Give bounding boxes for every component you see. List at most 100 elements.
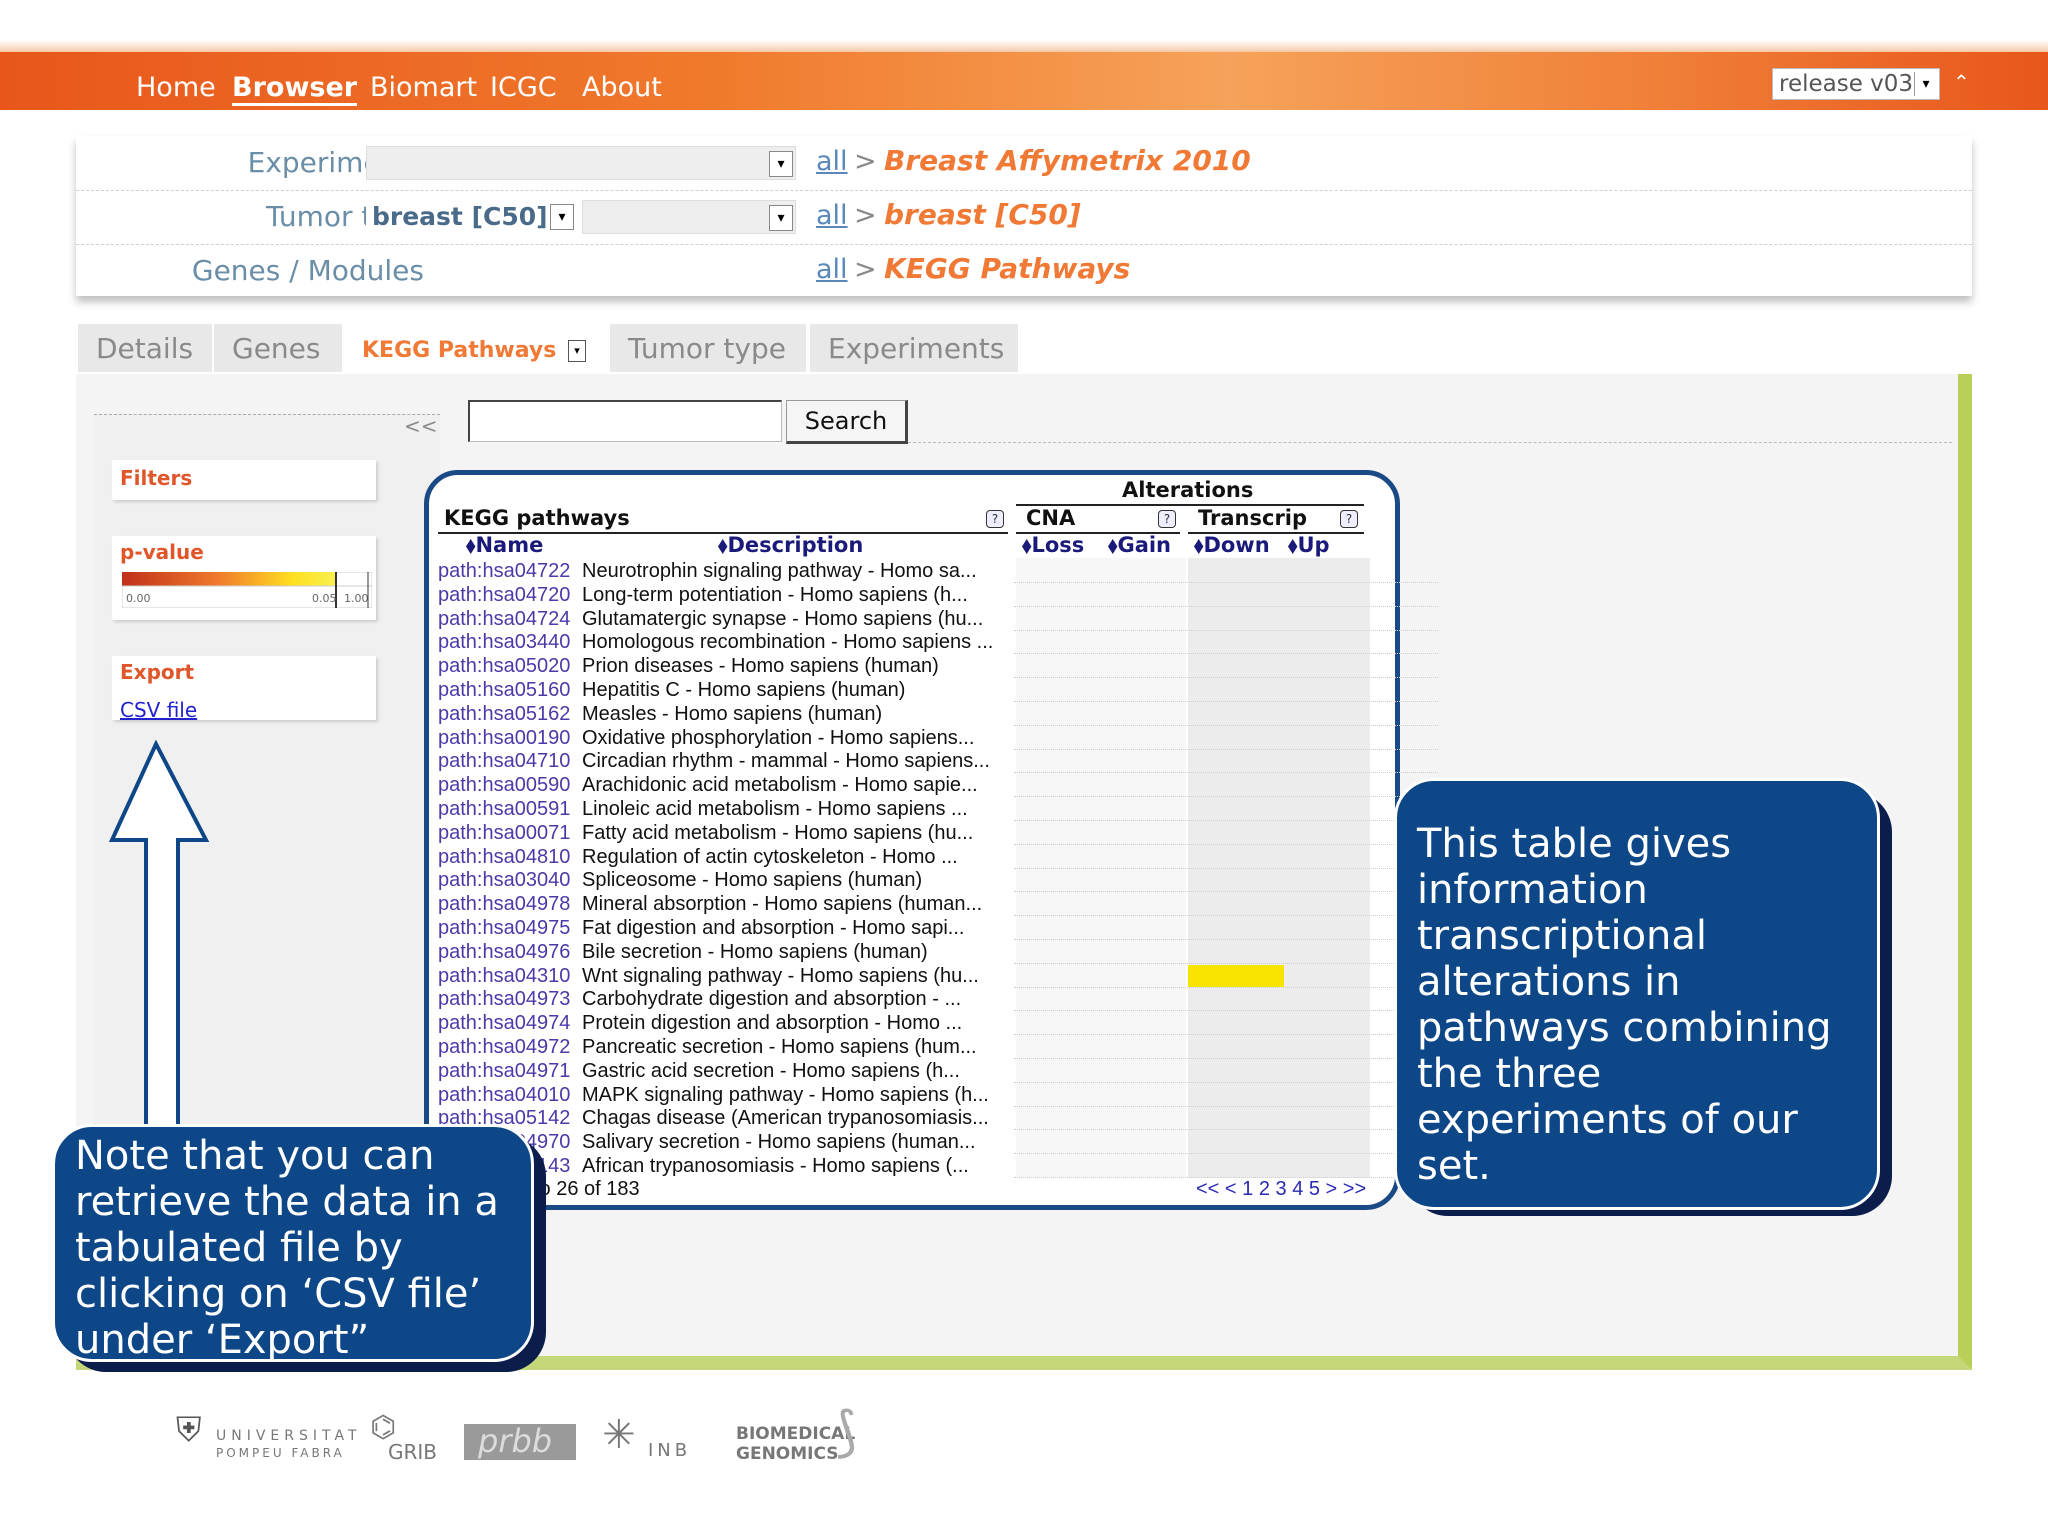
pathway-id-link[interactable]: path:hsa05162 — [438, 703, 570, 726]
tumor-type-value: breast [C50] — [372, 202, 548, 231]
table-row[interactable]: path:hsa05143African trypanosomiasis - H… — [438, 1155, 1438, 1179]
sort-down[interactable]: ⬧Down — [1194, 533, 1270, 558]
cna-header: CNA — [1026, 506, 1076, 530]
genes-all-link[interactable]: all — [816, 254, 848, 285]
export-box: Export CSV file — [112, 656, 376, 722]
table-row[interactable]: path:hsa05020 Prion diseases - Homo sapie… — [438, 655, 1438, 679]
pathway-id-link[interactable]: path:hsa04722 — [438, 560, 570, 583]
nav-about[interactable]: About — [582, 72, 662, 103]
pathway-id-link[interactable]: path:hsa00590 — [438, 774, 570, 797]
table-row[interactable]: path:hsa04810 Regulation of actin cytoske… — [438, 846, 1438, 870]
genes-modules-selection: KEGG Pathways — [884, 252, 1131, 285]
release-select[interactable]: release v03 ▾ — [1772, 68, 1940, 100]
experiments-select[interactable]: ▾ — [366, 146, 796, 180]
pathway-id-link[interactable]: path:hsa04976 — [438, 941, 570, 964]
pathway-id-link[interactable]: path:hsa03440 — [438, 631, 570, 654]
pathway-description: Spliceosome - Homo sapiens (human) — [582, 869, 923, 892]
tab-details[interactable]: Details — [78, 324, 212, 372]
help-icon[interactable]: ? — [986, 510, 1004, 528]
pathway-description: Measles - Homo sapiens (human) — [582, 702, 883, 725]
collapse-sidebar-link[interactable]: << — [404, 414, 438, 438]
pathway-id-link[interactable]: path:hsa04710 — [438, 750, 570, 773]
breadcrumb-separator: > — [854, 146, 877, 177]
table-row[interactable]: path:hsa05162 Measles - Homo sapiens (hum… — [438, 702, 1438, 727]
table-row[interactable]: path:hsa04710 Circadian rhythm - mammal -… — [438, 750, 1438, 774]
pathway-id-link[interactable]: path:hsa04724 — [438, 608, 570, 631]
pathway-id-link[interactable]: path:hsa04973 — [438, 988, 570, 1011]
search-input[interactable] — [468, 400, 782, 442]
arrow-up-icon — [108, 740, 210, 1138]
tab-genes[interactable]: Genes — [214, 324, 342, 372]
pathway-id-link[interactable]: path:hsa04010 — [438, 1084, 570, 1107]
tab-kegg-pathways[interactable]: KEGG Pathways ▾ — [344, 324, 606, 372]
sort-description[interactable]: ⬧Description — [718, 533, 863, 558]
pathway-description: Carbohydrate digestion and absorption - … — [582, 988, 962, 1011]
help-icon[interactable]: ? — [1340, 510, 1358, 528]
pathway-id-link[interactable]: path:hsa05160 — [438, 679, 570, 702]
genes-modules-label: Genes / Modules — [191, 254, 424, 287]
pathway-id-link[interactable]: path:hsa04972 — [438, 1036, 570, 1059]
tumor-type-selection: breast [C50] — [884, 198, 1081, 231]
table-row[interactable]: path:hsa04724 Glutamatergic synapse - Hom… — [438, 608, 1438, 632]
tumor-type-select[interactable]: breast [C50] ▾ — [366, 200, 576, 234]
pvalue-slider[interactable]: 0.00 0.05 1.00 — [122, 572, 372, 608]
search-button[interactable]: Search — [786, 400, 908, 444]
table-row[interactable]: path:hsa04971 Gastric acid secretion - Ho… — [438, 1060, 1438, 1084]
pathway-id-link[interactable]: path:hsa04810 — [438, 846, 570, 869]
table-row[interactable]: path:hsa04970Salivary secretion - Homo s… — [438, 1131, 1438, 1155]
table-row[interactable]: path:hsa00590 Arachidonic acid metabolism… — [438, 774, 1438, 798]
down-column-header: Down — [1203, 533, 1270, 557]
table-row[interactable]: path:hsa04973 Carbohydrate digestion and … — [438, 988, 1438, 1012]
callout-right: This table gives information transcripti… — [1394, 778, 1880, 1210]
pathway-id-link[interactable]: path:hsa03040 — [438, 869, 570, 892]
experiments-row: Experiments ▾ all > Breast Affymetrix 20… — [76, 136, 1972, 191]
sort-gain[interactable]: ⬧Gain — [1108, 533, 1171, 558]
chevron-down-icon: ▾ — [769, 151, 793, 177]
table-row[interactable]: path:hsa04976 Bile secretion - Homo sapie… — [438, 941, 1438, 965]
table-row[interactable]: path:hsa00591 Linoleic acid metabolism - … — [438, 798, 1438, 822]
table-row[interactable]: path:hsa04722 Neurotrophin signaling path… — [438, 560, 1438, 584]
nav-browser[interactable]: Browser — [232, 72, 358, 106]
table-row[interactable]: path:hsa04972 Pancreatic secretion - Homo… — [438, 1036, 1438, 1060]
pvalue-tick-max: 1.00 — [344, 592, 369, 605]
upf-line2: POMPEU FABRA — [216, 1446, 345, 1460]
sort-up[interactable]: ⬧Up — [1288, 533, 1330, 558]
table-row[interactable]: path:hsa03440 Homologous recombination - … — [438, 631, 1438, 655]
pathway-id-link[interactable]: path:hsa04720 — [438, 584, 570, 607]
pathway-id-link[interactable]: path:hsa04978 — [438, 893, 570, 916]
sort-loss[interactable]: ⬧Loss — [1022, 533, 1084, 558]
table-row[interactable]: path:hsa04975 Fat digestion and absorptio… — [438, 917, 1438, 941]
nav-biomart[interactable]: Biomart — [370, 72, 477, 103]
pager-info: to 26 of 183 — [534, 1178, 640, 1200]
table-row[interactable]: path:hsa04974 Protein digestion and absor… — [438, 1012, 1438, 1036]
tumor-subtype-select[interactable]: ▾ — [582, 200, 796, 234]
pathway-id-link[interactable]: path:hsa05020 — [438, 655, 570, 678]
pathway-id-link[interactable]: path:hsa04971 — [438, 1060, 570, 1083]
experiments-all-link[interactable]: all — [816, 146, 848, 177]
dna-helix-icon: ⟆ — [836, 1400, 858, 1463]
table-row[interactable]: path:hsa05160 Hepatitis C - Homo sapiens … — [438, 679, 1438, 703]
tumor-type-all-link[interactable]: all — [816, 200, 848, 231]
table-row[interactable]: path:hsa00190 Oxidative phosphorylation -… — [438, 727, 1438, 751]
collapse-up-icon[interactable]: ⌃ — [1953, 70, 1970, 94]
nav-home[interactable]: Home — [136, 72, 216, 103]
pathway-id-link[interactable]: path:hsa00071 — [438, 822, 570, 845]
pagination[interactable]: << < 1 2 3 4 5 > >> — [1196, 1178, 1366, 1201]
sort-name[interactable]: ⬧Name — [466, 533, 543, 558]
help-icon[interactable]: ? — [1158, 510, 1176, 528]
table-row[interactable]: path:hsa05142 Chagas disease (American tr… — [438, 1107, 1438, 1131]
tab-tumor-type[interactable]: Tumor type — [610, 324, 806, 372]
table-row[interactable]: path:hsa04010 MAPK signaling pathway - Ho… — [438, 1084, 1438, 1108]
pathway-id-link[interactable]: path:hsa04974 — [438, 1012, 570, 1035]
table-row[interactable]: path:hsa04720 Long-term potentiation - Ho… — [438, 584, 1438, 608]
table-row[interactable]: path:hsa04978 Mineral absorption - Homo s… — [438, 893, 1438, 917]
pathway-id-link[interactable]: path:hsa04975 — [438, 917, 570, 940]
pathway-id-link[interactable]: path:hsa00591 — [438, 798, 570, 821]
tab-experiments[interactable]: Experiments — [810, 324, 1018, 372]
pathway-id-link[interactable]: path:hsa04310 — [438, 965, 570, 988]
table-row[interactable]: path:hsa00071 Fatty acid metabolism - Hom… — [438, 822, 1438, 846]
pathway-id-link[interactable]: path:hsa00190 — [438, 727, 570, 750]
table-row[interactable]: path:hsa03040 Spliceosome - Homo sapiens … — [438, 869, 1438, 893]
csv-file-link[interactable]: CSV file — [120, 698, 197, 722]
nav-icgc[interactable]: ICGC — [490, 72, 557, 103]
